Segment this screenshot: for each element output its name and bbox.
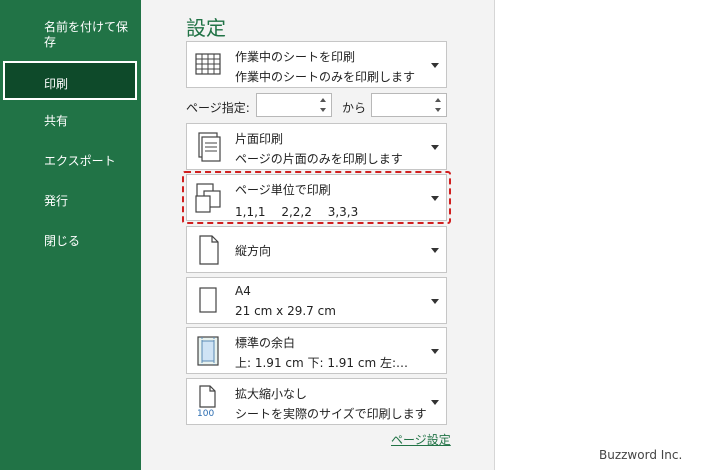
sides-dropdown[interactable]: 片面印刷 ページの片面のみを印刷します — [186, 123, 447, 170]
sheet-grid-icon — [195, 53, 221, 75]
chevron-down-icon — [431, 299, 439, 304]
margins-icon — [197, 336, 219, 366]
collate-highlight — [182, 171, 451, 224]
scaling-title: 拡大縮小なし — [235, 387, 308, 401]
pages-from-input[interactable] — [256, 93, 332, 117]
backstage-sidebar: 名前を付けて保 存 印刷 共有 エクスポート 発行 閉じる — [0, 0, 141, 470]
sidebar-item-label: 印刷 — [44, 77, 69, 91]
portrait-page-icon — [199, 235, 219, 265]
scaling-icon-text: 100 — [197, 409, 214, 417]
sidebar-item-label: 名前を付けて保 — [44, 20, 129, 34]
orientation-dropdown[interactable]: 縦方向 — [186, 226, 447, 273]
sides-desc: ページの片面のみを印刷します — [235, 152, 403, 166]
sidebar-item-save-as[interactable]: 名前を付けて保 存 — [44, 20, 128, 50]
scaling-icon: 100 — [197, 385, 216, 417]
spin-up-icon[interactable] — [320, 98, 326, 102]
print-preview-area — [495, 0, 728, 470]
paper-size-dropdown[interactable]: A4 21 cm x 29.7 cm — [186, 277, 447, 324]
margins-title: 標準の余白 — [235, 336, 296, 350]
sidebar-item-share[interactable]: 共有 — [44, 114, 68, 129]
margins-dropdown[interactable]: 標準の余白 上: 1.91 cm 下: 1.91 cm 左:… — [186, 327, 447, 374]
margins-desc: 上: 1.91 cm 下: 1.91 cm 左:… — [235, 356, 409, 370]
chevron-down-icon — [431, 400, 439, 405]
settings-title: 設定 — [186, 16, 226, 40]
sidebar-item-label: 共有 — [44, 114, 69, 128]
sidebar-item-print[interactable]: 印刷 — [3, 61, 137, 100]
chevron-down-icon — [431, 63, 439, 68]
page-setup-link[interactable]: ページ設定 — [391, 431, 451, 448]
scaling-desc: シートを実際のサイズで印刷します — [235, 407, 427, 421]
paper-size-desc: 21 cm x 29.7 cm — [235, 304, 336, 318]
spin-up-icon[interactable] — [435, 98, 441, 102]
pages-to-label: から — [342, 101, 367, 115]
print-what-title: 作業中のシートを印刷 — [235, 50, 356, 64]
sides-title: 片面印刷 — [235, 132, 284, 146]
single-sided-icon — [198, 132, 221, 162]
paper-size-icon — [199, 287, 217, 313]
pages-label: ページ指定: — [186, 101, 250, 115]
spin-down-icon[interactable] — [320, 108, 326, 112]
sidebar-item-publish[interactable]: 発行 — [44, 194, 68, 209]
paper-size-title: A4 — [235, 284, 251, 298]
sidebar-item-label-cont: 存 — [44, 35, 57, 49]
sidebar-item-close[interactable]: 閉じる — [44, 234, 80, 249]
orientation-title: 縦方向 — [235, 244, 272, 258]
print-what-dropdown[interactable]: 作業中のシートを印刷 作業中のシートのみを印刷します — [186, 41, 447, 88]
watermark: Buzzword Inc. — [599, 448, 683, 462]
chevron-down-icon — [431, 248, 439, 253]
sidebar-item-label: 閉じる — [44, 234, 81, 248]
sidebar-item-label: エクスポート — [44, 154, 116, 168]
chevron-down-icon — [431, 349, 439, 354]
chevron-down-icon — [431, 145, 439, 150]
pages-to-input[interactable] — [371, 93, 447, 117]
print-what-desc: 作業中のシートのみを印刷します — [235, 70, 416, 84]
sidebar-item-label: 発行 — [44, 194, 69, 208]
scaling-dropdown[interactable]: 100 拡大縮小なし シートを実際のサイズで印刷します — [186, 378, 447, 425]
sidebar-item-export[interactable]: エクスポート — [44, 154, 116, 169]
spin-down-icon[interactable] — [435, 108, 441, 112]
